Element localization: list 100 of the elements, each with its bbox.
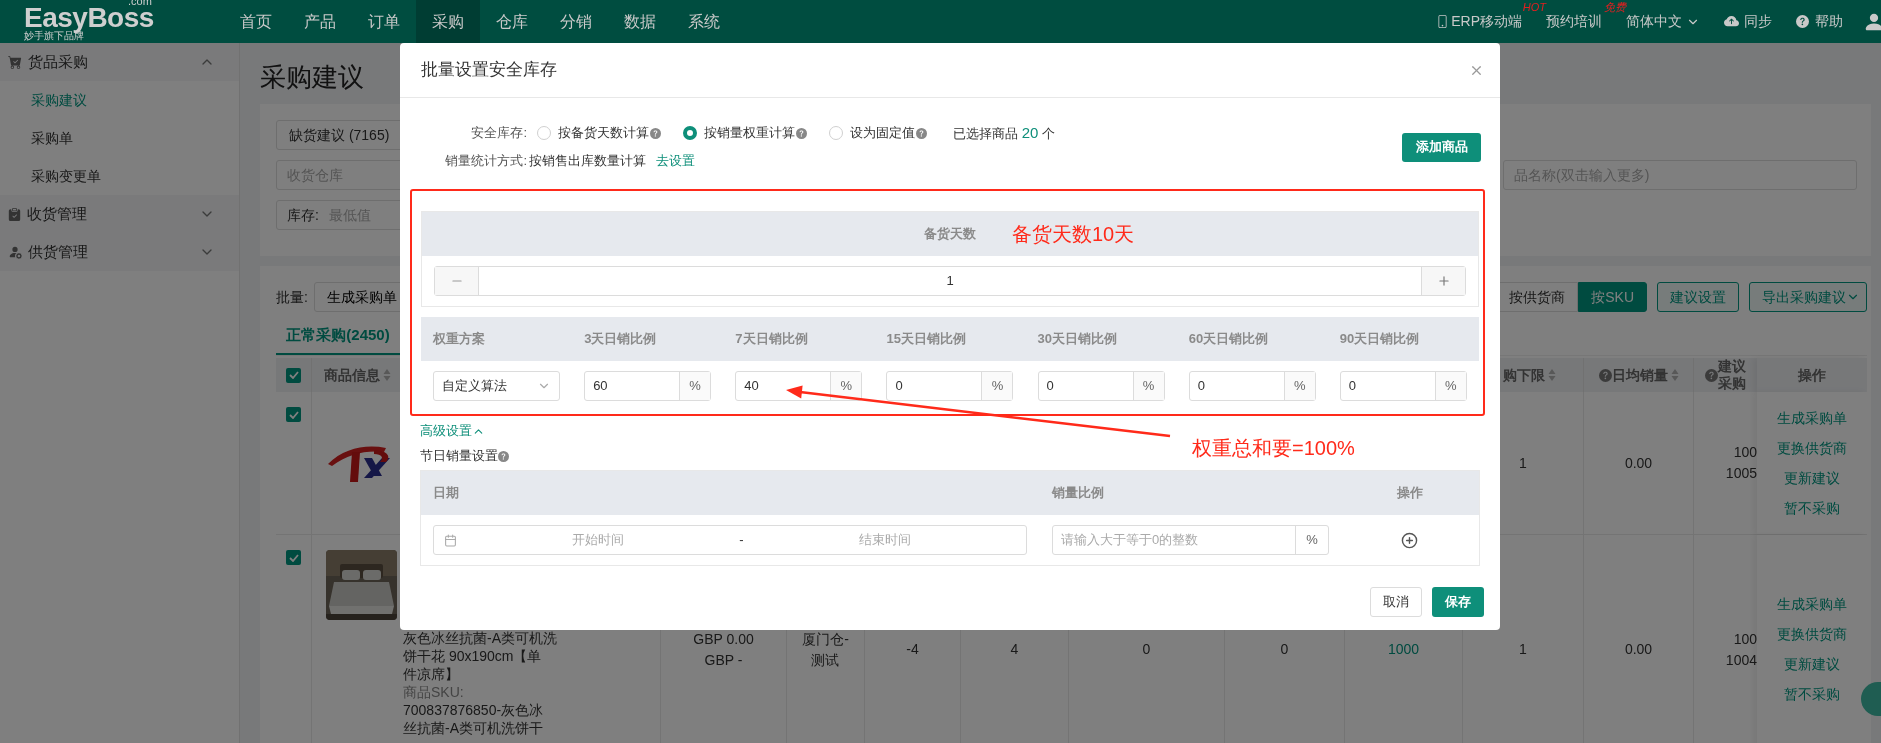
- help-icon: [796, 127, 807, 139]
- top-link[interactable]: 帮助: [1796, 11, 1843, 32]
- percent-input[interactable]: 0 %: [1339, 371, 1467, 401]
- checkbox[interactable]: [286, 367, 301, 383]
- sidebar-group[interactable]: 收货管理: [0, 195, 239, 233]
- column-header: 购下限: [1503, 366, 1545, 384]
- sidebar-group[interactable]: 货品采购: [0, 43, 239, 81]
- cart-icon: [8, 55, 22, 69]
- save-button[interactable]: 保存: [1432, 587, 1484, 617]
- add-circle-icon[interactable]: [1401, 531, 1418, 549]
- help-icon: [1598, 368, 1612, 382]
- sidebar-group[interactable]: 供货管理: [0, 233, 239, 271]
- badge-text: HOT: [1522, 1, 1546, 13]
- top-link[interactable]: 同步: [1724, 11, 1772, 32]
- percent-input[interactable]: 0 %: [886, 371, 1014, 401]
- nav-item[interactable]: 仓库: [480, 0, 544, 43]
- cell-text: 4: [1010, 640, 1019, 659]
- column-header: 操作: [1798, 365, 1826, 385]
- help-icon: [498, 450, 509, 462]
- cell-text: 1: [1519, 640, 1527, 659]
- cell-text: 1: [1519, 453, 1527, 473]
- nav-item[interactable]: 采购: [416, 0, 480, 43]
- nav-item[interactable]: 系统: [672, 0, 736, 43]
- cell-text: 0: [1142, 640, 1151, 659]
- annotation-text: 备货天数10天: [1012, 222, 1135, 246]
- cell-text: 0: [1280, 640, 1289, 659]
- scheme-select[interactable]: 自定义算法: [433, 371, 560, 401]
- percent-input[interactable]: 60 %: [584, 371, 712, 401]
- nav-item[interactable]: 分销: [544, 0, 608, 43]
- cell-text: 0.00: [1624, 453, 1653, 473]
- section-label: 节日销量设置: [420, 447, 498, 466]
- cell-text: 厦门仓- 测试: [802, 629, 849, 670]
- help-icon: [650, 127, 661, 139]
- cell-text: 100 1004: [1725, 629, 1757, 670]
- add-product-button[interactable]: 添加商品: [1402, 132, 1481, 162]
- badge-text: 免费: [1604, 1, 1626, 13]
- clipboard-icon: [8, 207, 21, 221]
- cell-text: 100 1005: [1725, 443, 1757, 483]
- plus-icon: [1436, 274, 1451, 288]
- column-header: 商品信息: [324, 365, 380, 385]
- nav-item[interactable]: 产品: [288, 0, 352, 43]
- calendar-icon: [444, 533, 457, 547]
- percent-input[interactable]: 0 %: [1188, 371, 1316, 401]
- cell-text: GBP 0.00 GBP -: [693, 629, 754, 670]
- help-icon: [1796, 15, 1809, 28]
- selected-count: 已选择商品 20 个: [953, 122, 1055, 143]
- column-header: 日均销量: [1611, 366, 1668, 384]
- field-value: 按销售出库数量计算: [529, 152, 646, 171]
- column-header: 7天日销比例: [735, 330, 808, 349]
- radio-option[interactable]: 按销量权重计算: [683, 123, 807, 143]
- sort-icon[interactable]: [383, 368, 391, 382]
- sku-value: 700837876850-灰色冰 丝抗菌-A类可机洗饼干: [403, 701, 545, 737]
- nav-item[interactable]: 首页: [224, 0, 288, 43]
- page-title: 采购建议: [260, 61, 364, 93]
- percent-input[interactable]: 40 %: [735, 371, 863, 401]
- nav-item[interactable]: 数据: [608, 0, 672, 43]
- minus-button[interactable]: [435, 267, 479, 295]
- sidebar-item[interactable]: 采购单: [0, 119, 239, 157]
- dialog-title: 批量设置安全库存: [421, 59, 557, 82]
- column-header: 备货天数: [924, 225, 976, 244]
- radio[interactable]: [683, 126, 697, 140]
- sku-label: 商品SKU:: [403, 683, 465, 701]
- radio-option[interactable]: 按备货天数计算: [537, 123, 661, 143]
- cell-text: -4: [906, 640, 919, 659]
- column-header: 90天日销比例: [1339, 330, 1420, 349]
- sort-icon[interactable]: [1548, 368, 1556, 382]
- column-header: 权重方案: [433, 330, 485, 349]
- checkbox[interactable]: [286, 407, 301, 422]
- cell-text: 0.00: [1624, 640, 1653, 659]
- logo-tagline: 妙手旗下品牌: [24, 30, 84, 41]
- language-dropdown[interactable]: 简体中文: [1626, 11, 1700, 32]
- phone-icon: [1436, 15, 1450, 28]
- help-icon: [916, 127, 927, 139]
- column-header: 销量比例: [1052, 484, 1104, 503]
- column-header: 日期: [433, 484, 459, 503]
- column-header: 30天日销比例: [1037, 330, 1118, 349]
- cloud-upload-icon: [1724, 14, 1739, 29]
- cell-text: 1000: [1387, 640, 1420, 659]
- product-name: 灰色冰丝抗菌-A类可机洗 饼干花 90x190cm【单 件凉席】: [403, 629, 557, 683]
- sort-icon[interactable]: [1670, 368, 1679, 382]
- column-header: 建议 采购: [1718, 358, 1746, 392]
- settings-link[interactable]: 去设置: [656, 151, 695, 171]
- advanced-settings-toggle[interactable]: 高级设置: [420, 422, 485, 440]
- annotation-text: 权重总和要=100%: [1192, 436, 1355, 460]
- checkbox[interactable]: [286, 550, 301, 565]
- column-header: 60天日销比例: [1188, 330, 1269, 349]
- date-range-field[interactable]: 开始时间 - 结束时间: [433, 525, 1027, 555]
- ratio-input[interactable]: 请输入大于等于0的整数 %: [1052, 525, 1329, 555]
- sidebar-item[interactable]: 采购变更单: [0, 157, 239, 195]
- number-stepper[interactable]: 1: [434, 266, 1466, 296]
- plus-button[interactable]: [1421, 267, 1465, 295]
- nav-item[interactable]: 订单: [352, 0, 416, 43]
- logo-suffix: .com: [128, 0, 152, 6]
- batch-label: 批量:: [276, 287, 308, 307]
- person-gear-icon: [8, 245, 22, 259]
- radio-option[interactable]: 设为固定值: [829, 123, 927, 143]
- cancel-button[interactable]: 取消: [1370, 587, 1422, 617]
- column-header: 3天日销比例: [584, 330, 657, 349]
- percent-input[interactable]: 0 %: [1037, 371, 1165, 401]
- column-header: 操作: [1396, 484, 1423, 503]
